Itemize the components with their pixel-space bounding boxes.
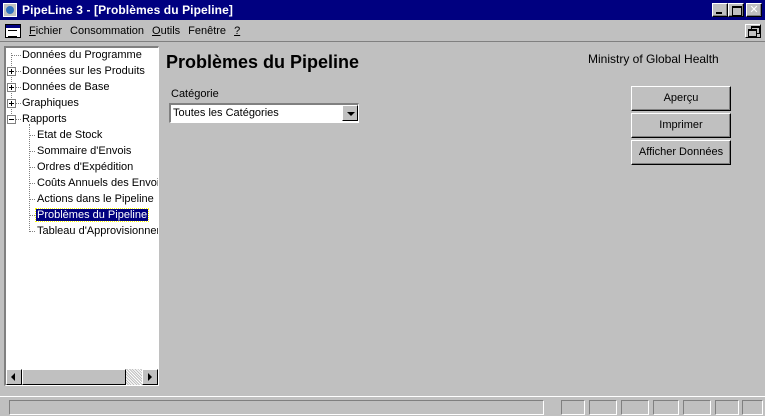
tree-item-graphiques[interactable]: Graphiques (21, 96, 80, 111)
collapse-rapports-icon[interactable] (7, 115, 16, 124)
tree-item-rapports[interactable]: Rapports (21, 112, 68, 127)
scroll-left-button[interactable] (6, 369, 22, 385)
tree-line (29, 151, 35, 152)
tree-item-etat-stock[interactable]: Etat de Stock (36, 128, 103, 143)
tree-line (29, 199, 35, 200)
category-dropdown-button[interactable] (342, 105, 358, 121)
expand-produits-icon[interactable] (7, 67, 16, 76)
status-panel (621, 400, 649, 415)
status-panel (589, 400, 617, 415)
afficher-donnees-button[interactable]: Afficher Données (631, 140, 731, 165)
menu-fichier[interactable]: Fichier (25, 23, 66, 39)
close-button[interactable]: ✕ (746, 3, 762, 17)
app-icon[interactable] (3, 3, 17, 17)
menu-consommation[interactable]: Consommation (66, 23, 148, 39)
tree-item-tableau-approvisionnement[interactable]: Tableau d'Approvisionnement (36, 224, 158, 239)
menu-outils[interactable]: Outils (148, 23, 184, 39)
tree-line (29, 183, 35, 184)
tree-item-sommaire-envois[interactable]: Sommaire d'Envois (36, 144, 132, 159)
tree-item-donnees-programme[interactable]: Données du Programme (21, 48, 143, 63)
tree-item-actions-pipeline[interactable]: Actions dans le Pipeline (36, 192, 155, 207)
arrow-left-icon (11, 373, 15, 381)
minimize-button[interactable] (712, 3, 728, 17)
status-panel-main (9, 400, 544, 415)
tree-item-donnees-base[interactable]: Données de Base (21, 80, 110, 95)
scroll-thumb[interactable] (22, 369, 126, 385)
window-controls: ✕ (712, 3, 762, 17)
status-panel (561, 400, 585, 415)
expand-graphiques-icon[interactable] (7, 99, 16, 108)
category-select-value: Toutes les Catégories (173, 107, 279, 119)
status-bar (0, 396, 765, 416)
menu-bar: Fichier Consommation Outils Fenêtre ? (0, 20, 765, 42)
menu-fenetre[interactable]: Fenêtre (184, 23, 230, 39)
arrow-right-icon (148, 373, 152, 381)
tree-item-couts-annuels[interactable]: Coûts Annuels des Envois (36, 176, 158, 191)
category-label: Catégorie (171, 88, 219, 100)
status-panel (683, 400, 711, 415)
expand-base-icon[interactable] (7, 83, 16, 92)
restore-window-button[interactable] (745, 24, 761, 38)
tree-line (29, 215, 35, 216)
tree-item-ordres-expedition[interactable]: Ordres d'Expédition (36, 160, 134, 175)
chevron-down-icon (347, 112, 355, 116)
tree-line (29, 135, 35, 136)
scroll-right-button[interactable] (142, 369, 158, 385)
close-icon: ✕ (749, 4, 759, 16)
organization-name: Ministry of Global Health (588, 52, 719, 66)
imprimer-button[interactable]: Imprimer (631, 113, 731, 138)
tree-item-donnees-produits[interactable]: Données sur les Produits (21, 64, 146, 79)
status-panel (653, 400, 679, 415)
status-panel (742, 400, 763, 415)
title-bar: PipeLine 3 - [Problèmes du Pipeline] ✕ (0, 0, 765, 20)
tree-line (11, 55, 21, 56)
navigation-tree[interactable]: Données du Programme Données sur les Pro… (4, 46, 159, 386)
category-select[interactable]: Toutes les Catégories (169, 103, 359, 123)
apercu-button[interactable]: Aperçu (631, 86, 731, 111)
page-title: Problèmes du Pipeline (166, 52, 360, 72)
horizontal-scrollbar[interactable] (6, 369, 158, 385)
menu-help[interactable]: ? (230, 23, 244, 39)
window-title: PipeLine 3 - [Problèmes du Pipeline] (22, 3, 233, 17)
document-menu-icon[interactable] (5, 23, 21, 38)
maximize-button[interactable] (728, 3, 744, 17)
tree-item-problemes-pipeline[interactable]: Problèmes du Pipeline (34, 208, 150, 223)
tree-line (29, 231, 35, 232)
tree-line (29, 167, 35, 168)
status-panel (715, 400, 739, 415)
